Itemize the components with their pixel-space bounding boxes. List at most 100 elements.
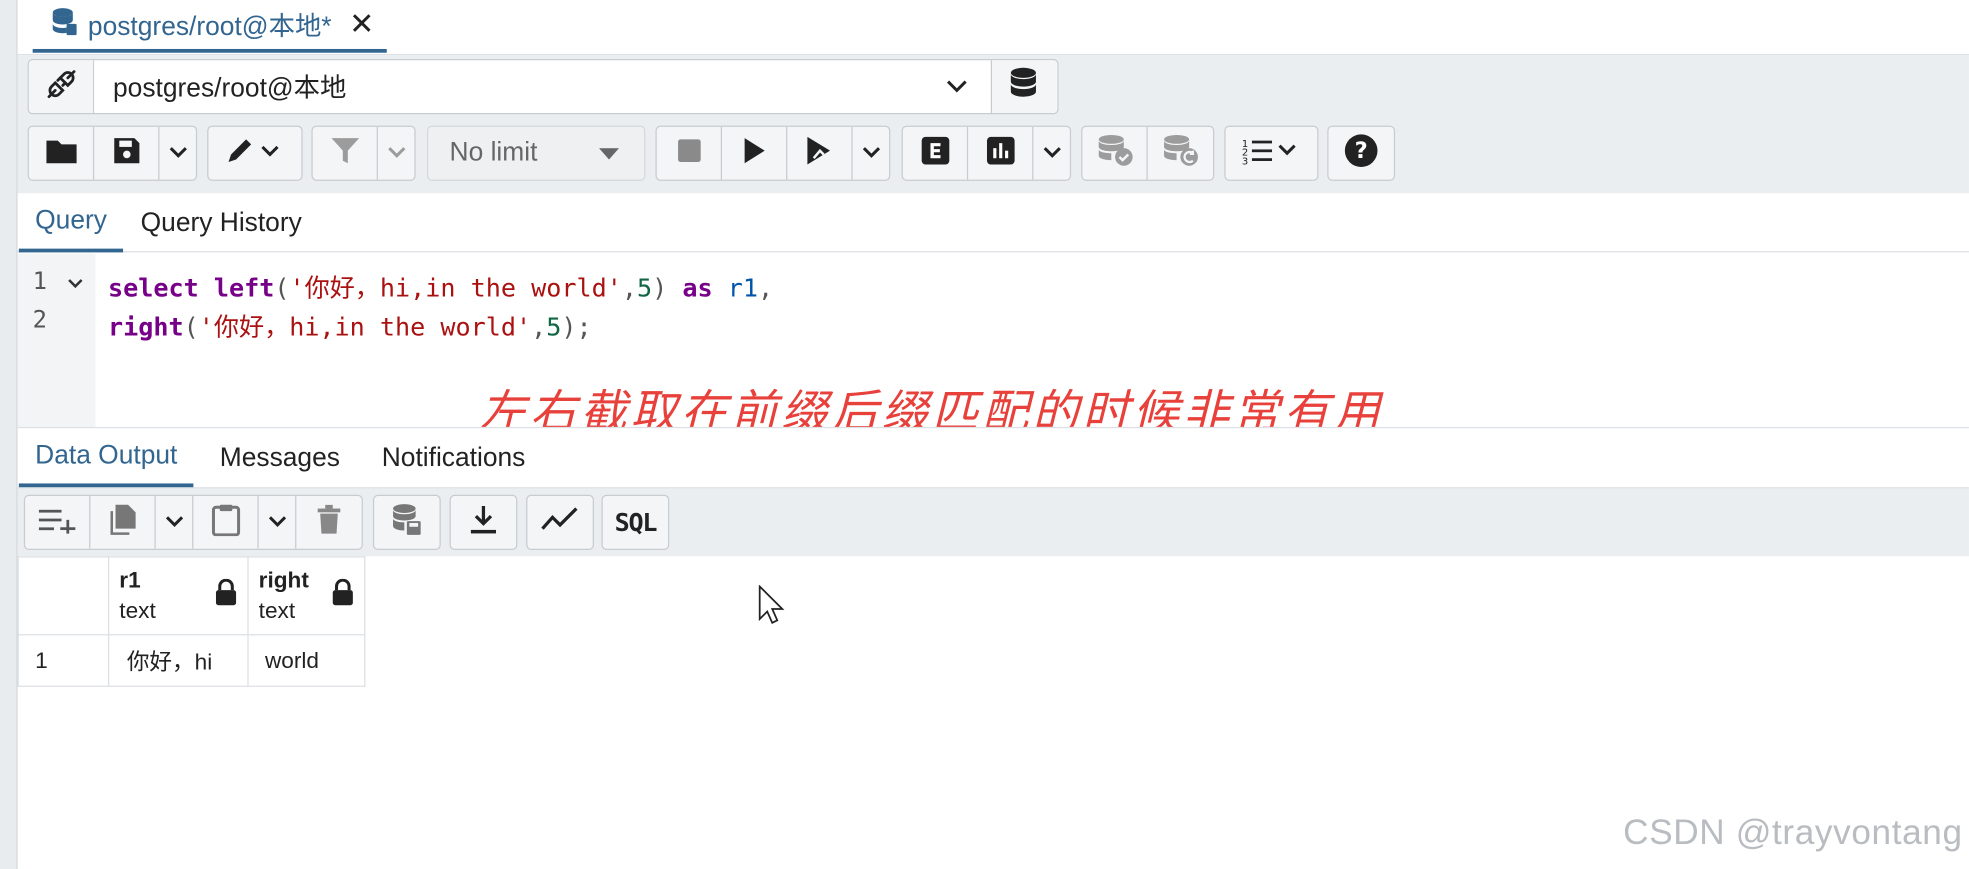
code-token: ) <box>652 272 668 303</box>
code-token: , <box>531 311 547 342</box>
filter-options-button[interactable] <box>378 127 414 180</box>
chevron-down-icon <box>387 142 405 165</box>
copy-options-button[interactable] <box>156 496 194 549</box>
code-token: right <box>107 311 184 342</box>
query-tool-tab[interactable]: postgres/root@本地* ✕ <box>32 0 387 53</box>
row-limit-select[interactable]: No limit <box>426 125 646 181</box>
play-icon <box>743 136 766 170</box>
tab-notifications[interactable]: Notifications <box>365 428 541 487</box>
plug-disconnect-icon <box>43 66 78 107</box>
svg-text:?: ? <box>1355 138 1368 164</box>
download-icon <box>470 504 498 540</box>
new-connection-button[interactable] <box>992 60 1058 114</box>
chevron-down-icon <box>169 142 187 165</box>
execute-button[interactable] <box>722 126 788 180</box>
data-cell[interactable]: 你好，hi <box>107 634 249 687</box>
tab-messages[interactable]: Messages <box>203 428 356 487</box>
column-header[interactable]: r1 text <box>107 556 249 636</box>
close-tab-icon[interactable]: ✕ <box>349 6 374 42</box>
data-cell[interactable]: world <box>247 634 366 687</box>
chevron-down-icon <box>946 72 969 102</box>
code-token: 5 <box>636 272 653 303</box>
download-button[interactable] <box>451 496 516 549</box>
copy-button[interactable] <box>90 496 156 549</box>
column-name: right <box>258 567 309 593</box>
editor-gutter: 1 2 <box>17 253 96 427</box>
row-number-cell[interactable]: 1 <box>17 634 110 687</box>
rollback-button[interactable] <box>1148 127 1213 180</box>
left-rail <box>0 0 18 869</box>
add-row-button[interactable] <box>25 496 91 549</box>
fold-chevron-icon[interactable] <box>68 274 83 293</box>
code-token: , <box>757 272 774 303</box>
save-icon <box>112 136 140 170</box>
line-number: 2 <box>32 306 48 335</box>
code-line: select left('你好，hi,in the world',5) as r… <box>108 267 773 303</box>
explain-button[interactable] <box>903 126 969 180</box>
connection-select[interactable]: postgres/root@本地 <box>94 60 993 114</box>
lock-icon <box>215 578 238 613</box>
tab-query[interactable]: Query <box>18 193 124 253</box>
paste-button[interactable] <box>193 496 259 549</box>
sql-toolbar-group: SQL <box>601 494 670 550</box>
execute-toolbar-group <box>655 125 891 181</box>
results-grid: r1 text right text 1 你好，hi world <box>17 556 366 687</box>
macros-toolbar-group: 123 <box>1224 125 1319 181</box>
connection-bar: postgres/root@本地 <box>27 59 1059 115</box>
column-name: r1 <box>119 567 141 593</box>
view-sql-button[interactable]: SQL <box>603 496 668 549</box>
help-icon: ? <box>1344 132 1379 173</box>
execute-options-button[interactable] <box>853 127 889 180</box>
filter-toolbar-group <box>311 125 416 181</box>
add-row-icon <box>37 505 77 539</box>
paste-options-button[interactable] <box>259 496 297 549</box>
database-save-icon <box>391 503 424 542</box>
svg-text:3: 3 <box>1241 156 1247 164</box>
numbered-list-icon: 123 <box>1241 136 1301 170</box>
help-button[interactable]: ? <box>1329 127 1394 180</box>
help-toolbar-group: ? <box>1327 125 1396 181</box>
row-number-header[interactable] <box>17 556 110 636</box>
tab-data-output[interactable]: Data Output <box>18 428 194 488</box>
clipboard-icon <box>210 503 240 542</box>
commit-button[interactable] <box>1082 126 1148 180</box>
edit-button[interactable] <box>208 127 301 180</box>
cancel-query-button[interactable] <box>657 126 723 180</box>
save-data-changes-button[interactable] <box>374 496 439 549</box>
explain-analyze-button[interactable] <box>968 126 1034 180</box>
connection-status-button[interactable] <box>28 60 95 114</box>
chevron-down-icon <box>862 142 880 165</box>
tab-query-history[interactable]: Query History <box>124 193 318 252</box>
tab-title: postgres/root@本地* <box>87 11 332 41</box>
download-toolbar-group <box>449 494 518 550</box>
sql-icon: SQL <box>614 507 658 538</box>
code-token: ); <box>561 311 592 342</box>
code-line: right('你好，hi,in the world',5); <box>108 306 592 342</box>
line-number: 1 <box>32 267 48 296</box>
tab-strip: postgres/root@本地* ✕ <box>17 0 1969 56</box>
macros-button[interactable]: 123 <box>1226 127 1318 180</box>
database-commit-icon <box>1096 134 1134 173</box>
code-token: r1 <box>727 272 758 303</box>
row-limit-value: No limit <box>449 138 538 168</box>
code-token: 5 <box>546 311 562 342</box>
explain-icon <box>920 135 950 171</box>
filter-button[interactable] <box>313 126 378 180</box>
delete-row-button[interactable] <box>296 496 361 549</box>
database-icon <box>50 6 78 42</box>
code-token: ( <box>274 272 290 303</box>
graph-visualiser-button[interactable] <box>527 496 592 549</box>
save-options-button[interactable] <box>159 127 195 180</box>
column-header[interactable]: right text <box>247 556 366 636</box>
line-chart-icon <box>541 506 579 538</box>
open-file-button[interactable] <box>29 126 95 180</box>
chevron-down-icon <box>1043 142 1061 165</box>
database-rollback-icon <box>1162 134 1200 173</box>
execute-script-button[interactable] <box>787 126 853 180</box>
save-button[interactable] <box>94 126 160 180</box>
copy-icon <box>107 503 137 542</box>
explain-options-button[interactable] <box>1033 127 1069 180</box>
